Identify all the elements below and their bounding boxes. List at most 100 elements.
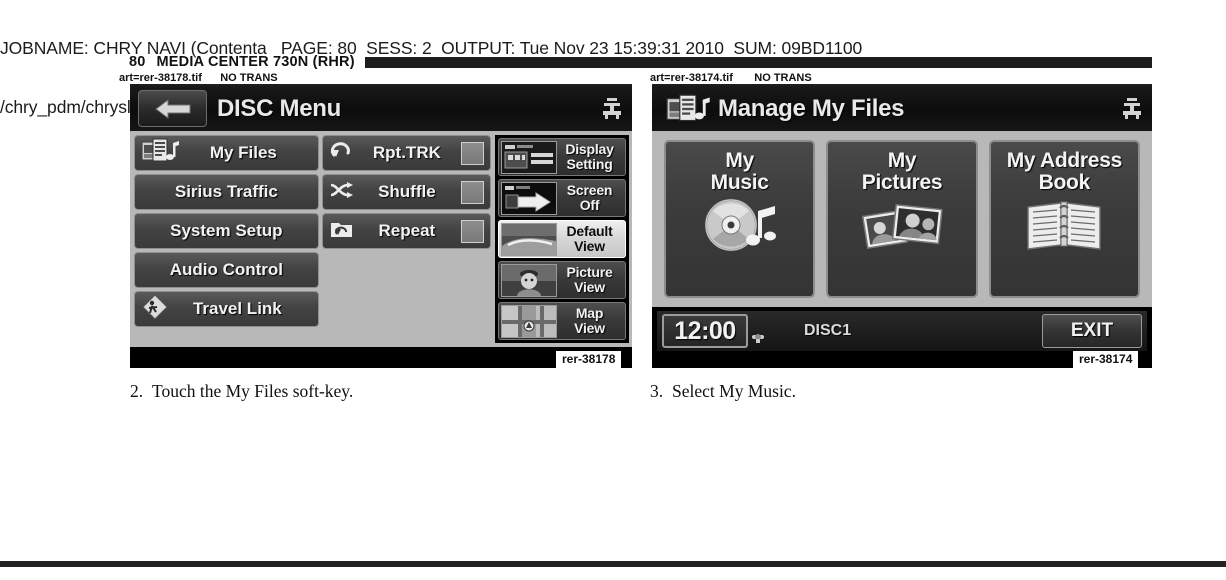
screen-off-line1: Screen	[566, 182, 613, 198]
disc-menu-view-column: Display Setting Screen Off Default View …	[495, 135, 629, 343]
picture-view-thumb	[501, 263, 558, 297]
tile-my-address-book[interactable]: My Address Book	[988, 140, 1140, 298]
page-title: MEDIA CENTER 730N (RHR)	[156, 54, 355, 70]
source-label: DISC1	[804, 322, 852, 339]
softkey-audio-control[interactable]: Audio Control	[134, 252, 319, 288]
repeat-track-checkbox[interactable]	[461, 141, 485, 165]
disc-menu-title: DISC Menu	[217, 94, 341, 122]
map-view-thumb	[501, 304, 558, 338]
disc-menu-screen: DISC Menu My Files Sirius Traffic System…	[130, 86, 632, 368]
disc-menu-titlebar: DISC Menu	[130, 86, 632, 131]
screen-off-thumb	[501, 181, 558, 215]
caption-step-2: 2. Touch the My Files soft-key.	[130, 381, 353, 402]
shuffle-checkbox[interactable]	[461, 180, 485, 204]
map-view-line1: Map	[575, 305, 604, 321]
art-credit-right: art=rer-38174.tif NO TRANS	[650, 72, 812, 84]
softkey-sirius-traffic-label: Sirius Traffic	[174, 182, 278, 201]
media-files-icon	[666, 94, 712, 124]
disc-menu-playback-column: Rpt.TRK Shuffle Repeat	[321, 135, 492, 343]
media-files-icon	[141, 138, 181, 169]
my-address-book-line1: My Address	[1006, 149, 1123, 172]
disc-menu-body: My Files Sirius Traffic System Setup Aud…	[130, 131, 632, 347]
softkey-system-setup[interactable]: System Setup	[134, 213, 319, 249]
softkey-picture-view[interactable]: Picture View	[498, 261, 626, 299]
caption-step-3: 3. Select My Music.	[650, 381, 796, 402]
tile-my-pictures-label: My Pictures	[861, 149, 943, 194]
softkey-sirius-traffic[interactable]: Sirius Traffic	[134, 174, 319, 210]
display-setting-line2: Setting	[566, 156, 613, 172]
display-setting-thumb	[501, 140, 558, 174]
softkey-repeat-track-label: Rpt.TRK	[372, 143, 441, 162]
softkey-default-view-label: Default View	[557, 224, 622, 254]
eject-icon[interactable]	[1120, 96, 1144, 122]
page-number: 80	[129, 54, 146, 70]
manage-my-files-titlebar: Manage My Files	[652, 86, 1152, 131]
cd-music-note-icon	[698, 196, 782, 254]
picture-view-line2: View	[574, 279, 605, 295]
my-music-line1: My	[725, 149, 754, 172]
exit-button[interactable]: EXIT	[1042, 314, 1142, 348]
softkey-display-setting[interactable]: Display Setting	[498, 138, 626, 176]
address-book-icon	[1022, 196, 1106, 254]
caption-step-3-text: Select My Music.	[672, 381, 796, 401]
shuffle-icon	[329, 179, 355, 206]
map-view-line2: View	[574, 320, 605, 336]
softkey-shuffle-label: Shuffle	[378, 182, 436, 201]
my-pictures-line1: My	[887, 149, 917, 172]
manage-my-files-body: My Music My Pictures My Address Book	[652, 131, 1152, 307]
eject-icon[interactable]	[600, 96, 624, 122]
display-setting-line1: Display	[565, 141, 614, 157]
softkey-screen-off-label: Screen Off	[557, 183, 622, 213]
back-button[interactable]	[138, 90, 207, 127]
default-view-line1: Default	[566, 223, 613, 239]
softkey-map-view-label: Map View	[557, 306, 622, 336]
travel-link-icon	[141, 293, 169, 325]
softkey-travel-link-label: Travel Link	[192, 299, 282, 318]
figure-tag-left: rer-38178	[556, 351, 622, 368]
softkey-map-view[interactable]: Map View	[498, 302, 626, 340]
tile-my-music-label: My Music	[711, 150, 769, 194]
clock-adjust-icon	[750, 330, 766, 349]
tile-my-music[interactable]: My Music	[664, 140, 816, 298]
softkey-travel-link[interactable]: Travel Link	[134, 291, 319, 327]
repeat-track-icon	[329, 140, 355, 167]
my-music-line2: Music	[710, 171, 769, 194]
softkey-picture-view-label: Picture View	[557, 265, 622, 295]
caption-step-3-number: 3.	[650, 381, 664, 401]
my-address-book-line2: Book	[1038, 171, 1091, 194]
softkey-my-files-label: My Files	[209, 143, 277, 162]
softkey-shuffle[interactable]: Shuffle	[321, 174, 492, 210]
caption-step-2-text: Touch the My Files soft-key.	[152, 381, 354, 401]
footer-rule	[0, 561, 1226, 567]
status-bar-inner: 12:00 DISC1 EXIT	[657, 311, 1147, 351]
softkey-display-setting-label: Display Setting	[557, 142, 622, 172]
softkey-repeat-track[interactable]: Rpt.TRK	[321, 135, 492, 171]
softkey-my-files[interactable]: My Files	[134, 135, 319, 171]
repeat-folder-icon	[329, 218, 355, 245]
page-title-bar: 80 MEDIA CENTER 730N (RHR)	[129, 54, 1152, 70]
softkey-repeat[interactable]: Repeat	[321, 213, 492, 249]
default-view-thumb	[501, 222, 558, 256]
picture-view-line1: Picture	[566, 264, 613, 280]
page-title-rule	[364, 56, 1152, 68]
figure-tag-right: rer-38174	[1073, 351, 1139, 368]
my-pictures-line2: Pictures	[861, 171, 943, 194]
softkey-audio-control-label: Audio Control	[169, 260, 284, 279]
photos-stack-icon	[860, 196, 944, 254]
disc-menu-main-column: My Files Sirius Traffic System Setup Aud…	[134, 135, 319, 343]
softkey-system-setup-label: System Setup	[170, 221, 283, 240]
softkey-screen-off[interactable]: Screen Off	[498, 179, 626, 217]
caption-step-2-number: 2.	[130, 381, 144, 401]
tile-my-address-book-label: My Address Book	[1006, 149, 1123, 194]
repeat-checkbox[interactable]	[461, 219, 485, 243]
screen-off-line2: Off	[579, 197, 600, 213]
manage-my-files-title: Manage My Files	[718, 94, 905, 122]
manage-my-files-screen: Manage My Files My Music My Pictures My …	[652, 86, 1152, 368]
default-view-line2: View	[574, 238, 605, 254]
back-arrow-icon	[154, 98, 190, 119]
softkey-repeat-label: Repeat	[378, 221, 436, 240]
softkey-default-view[interactable]: Default View	[498, 220, 626, 258]
clock-display[interactable]: 12:00	[662, 314, 748, 348]
art-credit-left: art=rer-38178.tif NO TRANS	[119, 72, 278, 84]
tile-my-pictures[interactable]: My Pictures	[826, 140, 978, 298]
